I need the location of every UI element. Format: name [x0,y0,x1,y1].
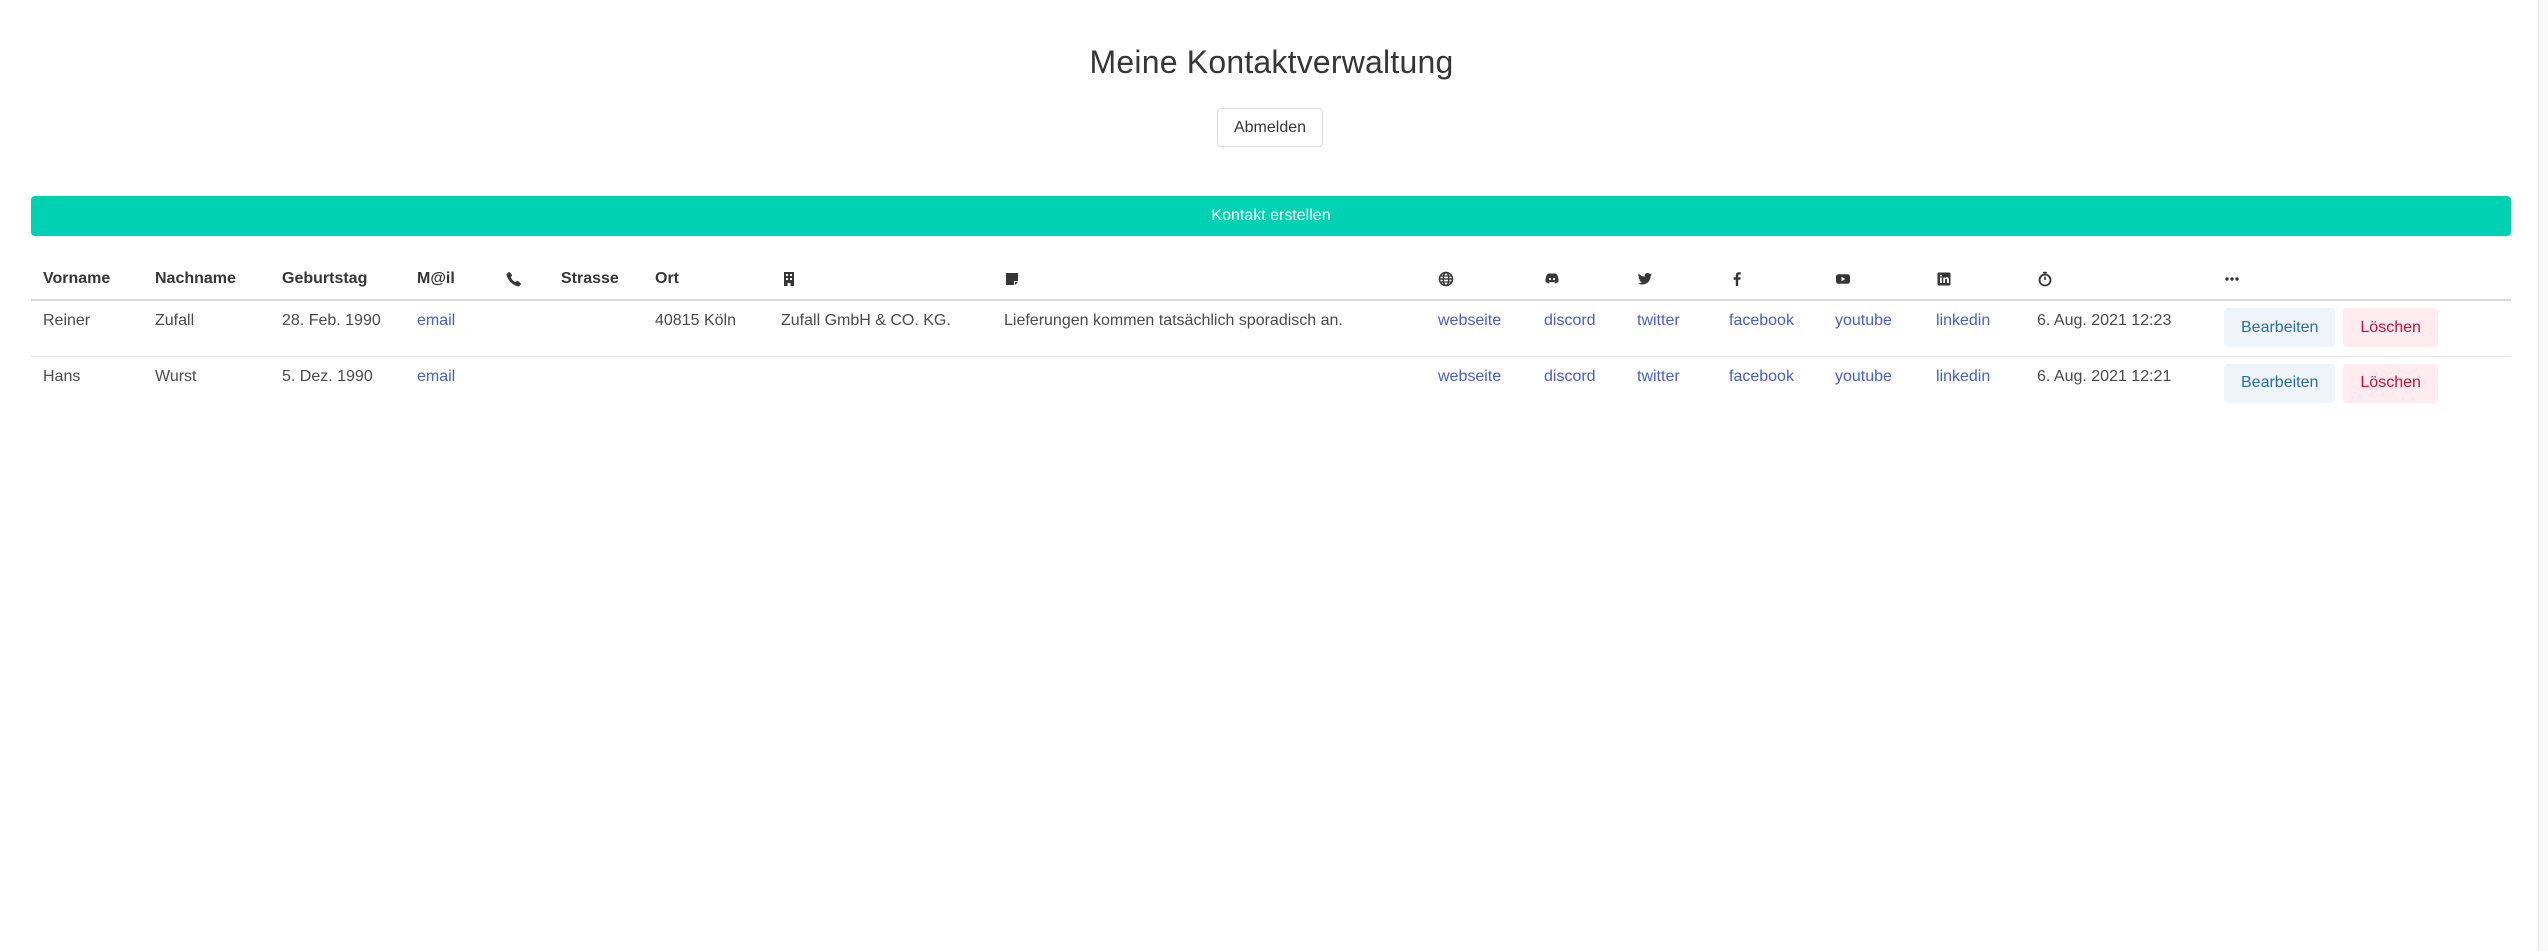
col-aktionen [2212,259,2511,301]
cell-phone [494,300,549,357]
delete-button[interactable]: Löschen [2343,308,2438,347]
youtube-icon [1835,271,1851,287]
col-webseite [1426,259,1532,301]
table-row: Reiner Zufall 28. Feb. 1990 email 40815 … [31,300,2511,357]
cell-notiz: Lieferungen kommen tatsächlich sporadisc… [992,300,1426,357]
col-ort: Ort [643,259,769,301]
cell-nachname: Wurst [155,367,197,385]
cell-discord: discord [1532,300,1625,357]
page-title: Meine Kontaktverwaltung [1089,44,1454,80]
youtube-link[interactable]: youtube [1835,368,1892,385]
cell-phone [494,356,549,412]
col-twitter [1625,259,1717,301]
col-geburtstag: Geburtstag [270,259,405,301]
facebook-link[interactable]: facebook [1729,368,1794,385]
cell-zeit: 6. Aug. 2021 12:23 [2025,300,2212,357]
cell-youtube: youtube [1823,300,1924,357]
edit-button[interactable]: Bearbeiten [2224,308,2336,347]
col-mail: M@il [405,259,494,301]
col-discord [1532,259,1625,301]
col-zeit [2025,259,2212,301]
website-link[interactable]: webseite [1438,368,1501,385]
linkedin-icon [1936,271,1952,287]
contacts-table: Vorname Nachname Geburtstag M@il Strasse… [31,259,2511,412]
col-phone [494,259,549,301]
twitter-link[interactable]: twitter [1637,312,1680,329]
website-link[interactable]: webseite [1438,312,1501,329]
sticky-note-icon [1004,271,1020,287]
cell-ort [643,356,769,412]
cell-facebook: facebook [1717,356,1823,412]
col-firma [769,259,992,301]
facebook-icon [1729,271,1745,287]
cell-aktionen: Bearbeiten Löschen [2212,356,2511,412]
cell-geburtstag: 28. Feb. 1990 [270,300,405,357]
col-strasse: Strasse [549,259,643,301]
stopwatch-icon [2037,271,2053,287]
cell-webseite: webseite [1426,356,1532,412]
twitter-link[interactable]: twitter [1637,368,1680,385]
cell-mail: email [405,356,494,412]
cell-discord: discord [1532,356,1625,412]
linkedin-link[interactable]: linkedin [1936,312,1990,329]
youtube-link[interactable]: youtube [1835,312,1892,329]
edit-button[interactable]: Bearbeiten [2224,363,2336,403]
phone-icon [506,271,522,287]
col-nachname: Nachname [143,259,270,301]
cell-mail: email [405,300,494,357]
cell-notiz [992,356,1426,412]
discord-icon [1544,271,1560,287]
discord-link[interactable]: discord [1544,368,1596,385]
globe-icon [1438,271,1454,287]
cell-aktionen: Bearbeiten Löschen [2212,300,2511,357]
table-row: Hans Wurst 5. Dez. 1990 email webseite d… [31,356,2511,412]
email-link[interactable]: email [417,368,455,385]
cell-linkedin: linkedin [1924,300,2025,357]
cell-ort: 40815 Köln [643,300,769,357]
email-link[interactable]: email [417,312,455,329]
logout-button[interactable]: Abmelden [1217,108,1323,147]
cell-firma [769,356,992,412]
create-contact-button[interactable]: Kontakt erstellen [31,196,2511,236]
col-vorname: Vorname [31,259,143,301]
cell-facebook: facebook [1717,300,1823,357]
cell-twitter: twitter [1625,356,1717,412]
col-youtube [1823,259,1924,301]
cell-zeit: 6. Aug. 2021 12:21 [2037,367,2172,385]
ellipsis-icon [2224,271,2240,287]
facebook-link[interactable]: facebook [1729,312,1794,329]
col-notiz [992,259,1426,301]
cell-geburtstag: 5. Dez. 1990 [282,367,373,385]
twitter-icon [1637,271,1653,287]
cell-strasse [549,356,643,412]
vertical-scrollbar[interactable] [2538,0,2548,951]
discord-link[interactable]: discord [1544,312,1596,329]
cell-linkedin: linkedin [1924,356,2025,412]
col-linkedin [1924,259,2025,301]
cell-twitter: twitter [1625,300,1717,357]
cell-webseite: webseite [1426,300,1532,357]
delete-button[interactable]: Löschen [2343,363,2438,403]
cell-youtube: youtube [1823,356,1924,412]
table-header-row: Vorname Nachname Geburtstag M@il Strasse… [31,259,2511,301]
cell-vorname: Hans [43,367,81,385]
cell-firma: Zufall GmbH & CO. KG. [769,300,992,357]
cell-strasse [549,300,643,357]
col-facebook [1717,259,1823,301]
linkedin-link[interactable]: linkedin [1936,368,1990,385]
building-icon [781,271,797,287]
cell-nachname: Zufall [143,300,270,357]
cell-vorname: Reiner [31,300,143,357]
